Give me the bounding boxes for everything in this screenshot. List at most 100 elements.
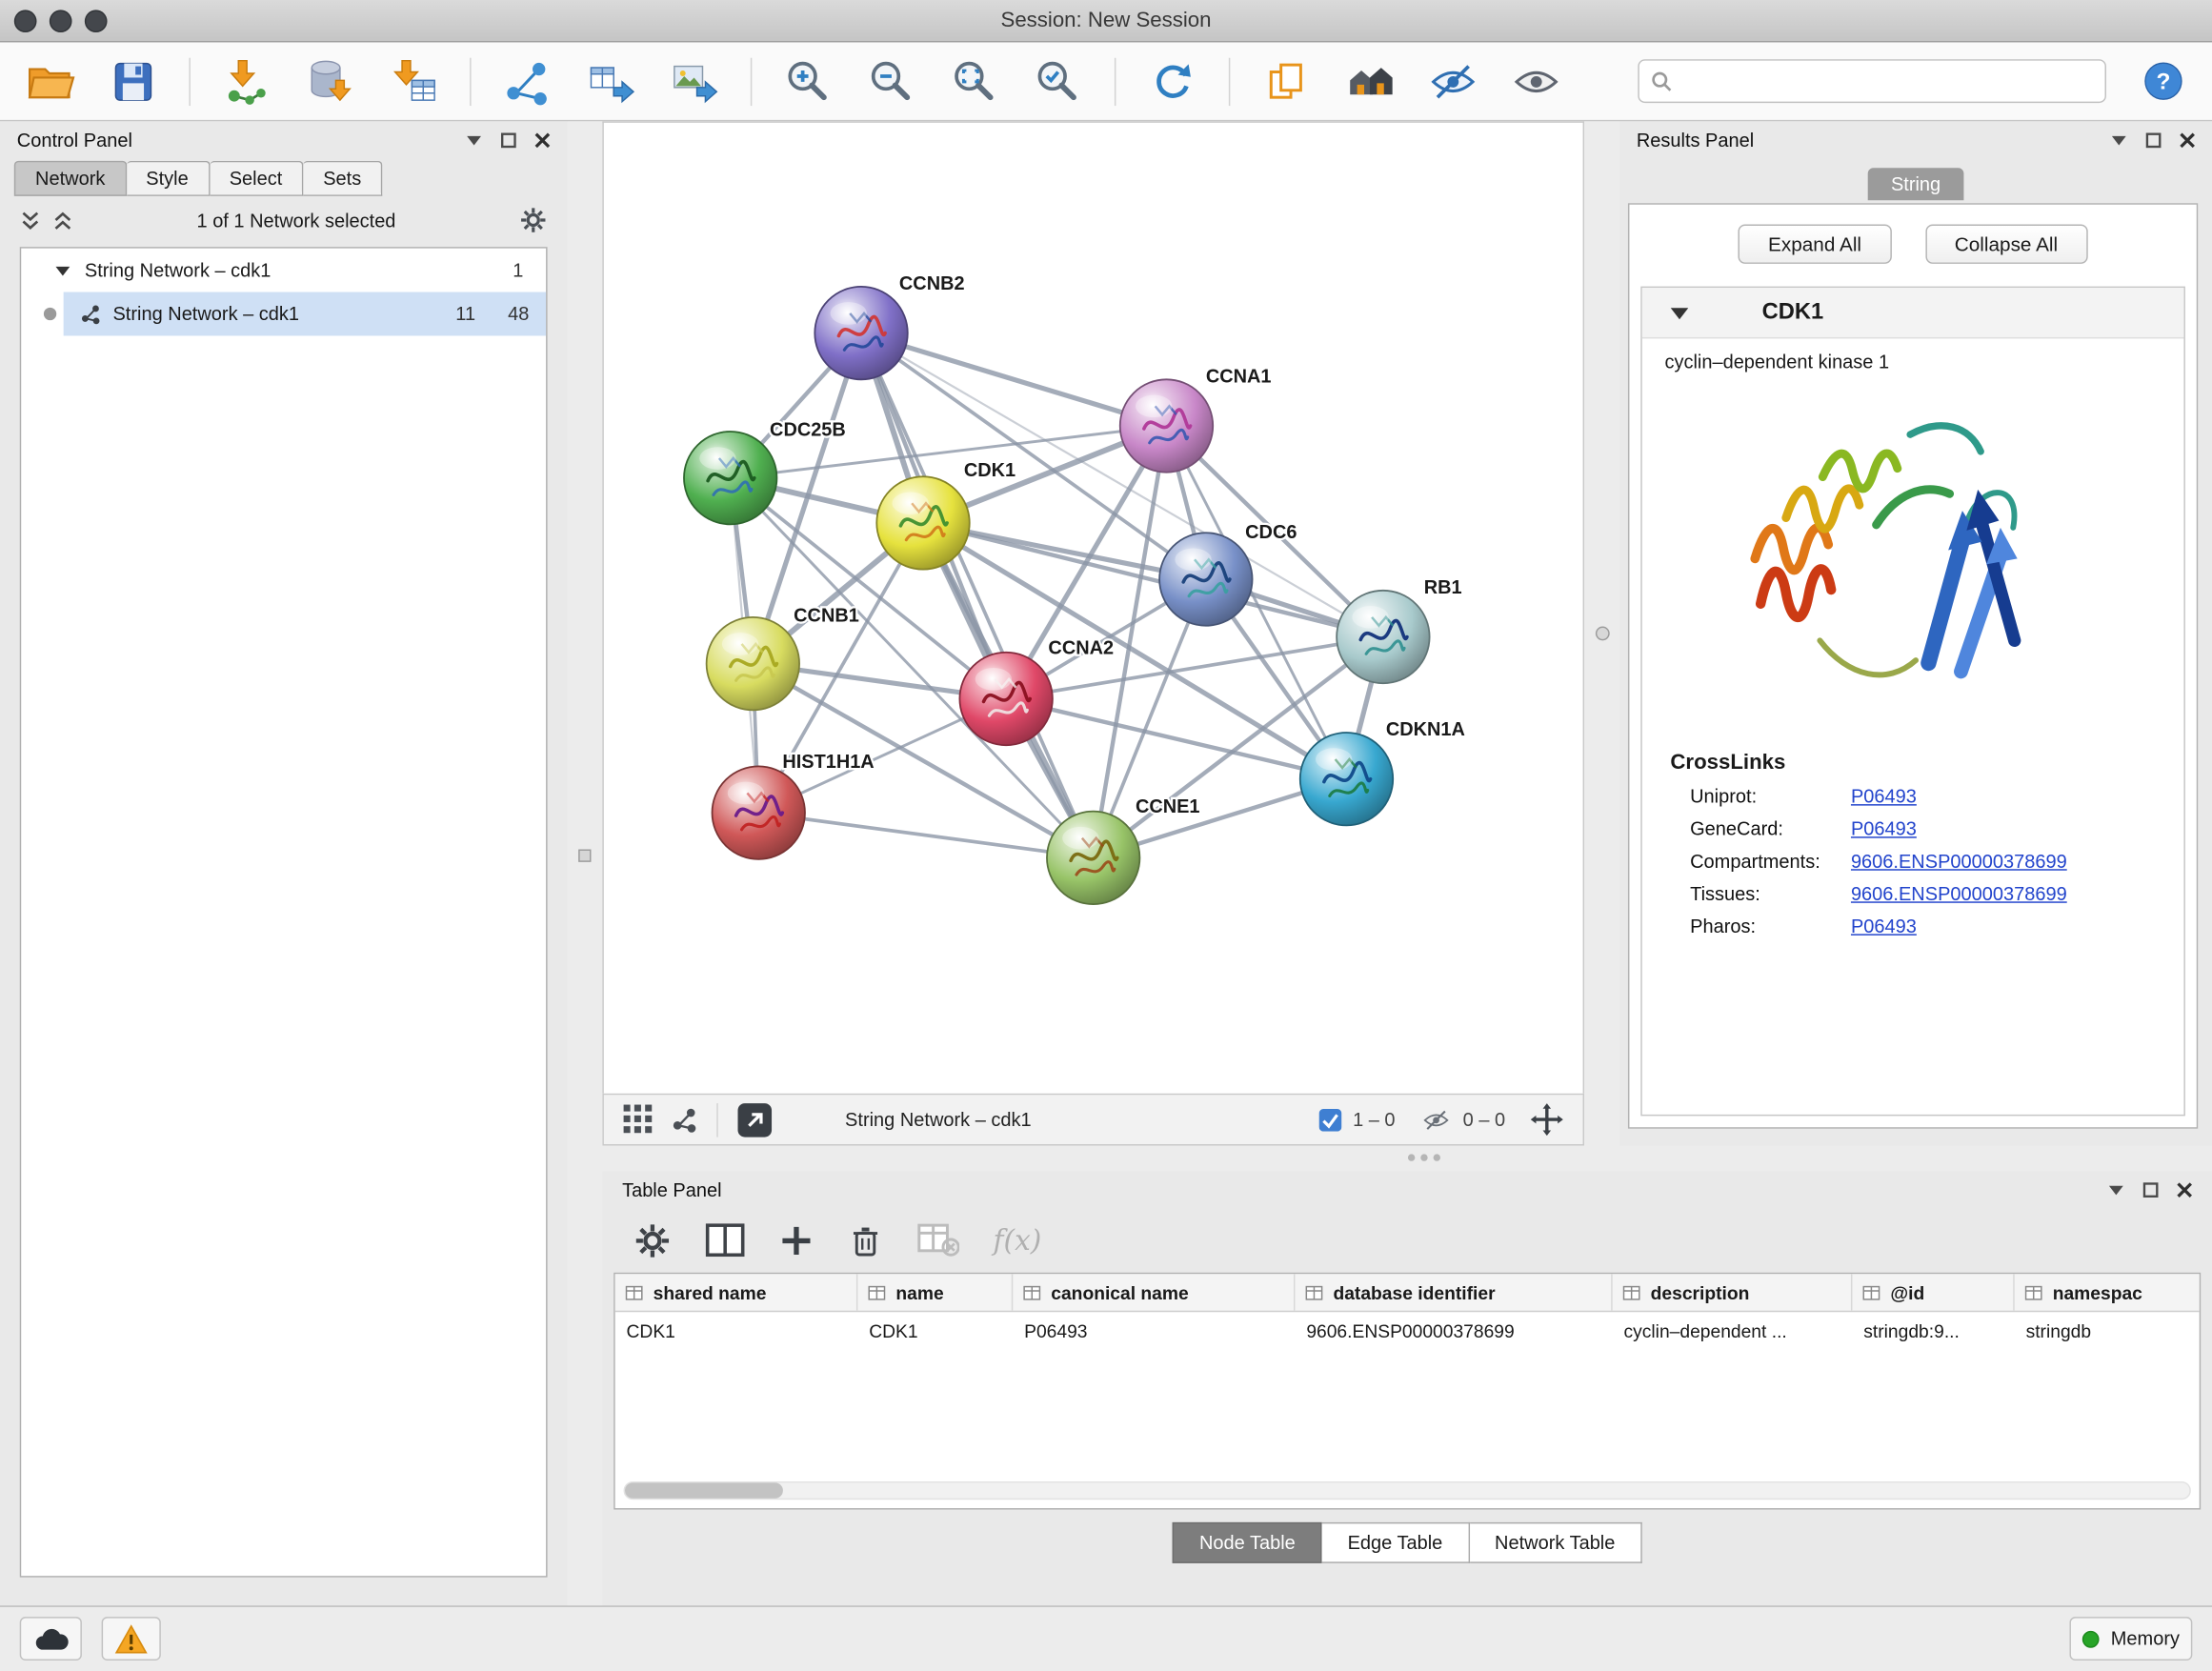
- tab-select[interactable]: Select: [210, 161, 304, 196]
- panel-menu-icon[interactable]: [2110, 133, 2127, 146]
- network-node-CDKN1A[interactable]: [1300, 733, 1393, 825]
- delete-table-icon[interactable]: [917, 1223, 959, 1258]
- tab-string[interactable]: String: [1868, 168, 1963, 200]
- share-view-icon[interactable]: [672, 1106, 698, 1133]
- import-table-button[interactable]: [387, 54, 440, 108]
- network-node-CCNA2[interactable]: [959, 653, 1052, 745]
- grid-view-icon[interactable]: [624, 1105, 654, 1135]
- panel-float-icon[interactable]: [2145, 131, 2161, 147]
- scrollbar-thumb[interactable]: [625, 1482, 783, 1498]
- delete-column-trash-icon[interactable]: [848, 1221, 883, 1259]
- column-header-description[interactable]: description: [1613, 1274, 1853, 1311]
- zoom-fit-button[interactable]: [948, 54, 1001, 108]
- collapse-all-button[interactable]: Collapse All: [1925, 224, 2088, 263]
- section-disclosure-icon[interactable]: [1670, 306, 1688, 320]
- network-node-CDK1[interactable]: [876, 476, 969, 569]
- splitter-grip[interactable]: [1407, 1154, 1439, 1160]
- network-node-RB1[interactable]: [1337, 591, 1429, 683]
- selected-checkbox-icon[interactable]: [1319, 1108, 1342, 1131]
- import-network-from-file-button[interactable]: [220, 54, 273, 108]
- export-table-button[interactable]: [584, 54, 637, 108]
- horizontal-scrollbar[interactable]: [624, 1481, 2191, 1500]
- disclosure-triangle-icon[interactable]: [55, 265, 70, 276]
- pan-move-icon[interactable]: [1531, 1103, 1563, 1136]
- crosslink-compartments-link[interactable]: 9606.ENSP00000378699: [1851, 851, 2067, 872]
- network-node-CCNE1[interactable]: [1047, 812, 1139, 904]
- crosslink-tissues-link[interactable]: 9606.ENSP00000378699: [1851, 883, 2067, 904]
- panel-close-icon[interactable]: [534, 131, 550, 147]
- open-session-button[interactable]: [23, 54, 76, 108]
- memory-button[interactable]: Memory: [2070, 1617, 2192, 1661]
- show-hidden-button[interactable]: [1510, 54, 1563, 108]
- column-header-namespace[interactable]: namespac: [2015, 1274, 2201, 1311]
- tab-network-table[interactable]: Network Table: [1469, 1521, 1641, 1562]
- import-network-from-database-button[interactable]: [303, 54, 356, 108]
- network-edge-HIST1H1A-CCNE1[interactable]: [758, 813, 1093, 857]
- zoom-out-button[interactable]: [865, 54, 918, 108]
- network-node-CDC25B[interactable]: [684, 432, 776, 524]
- panel-menu-icon[interactable]: [466, 133, 483, 146]
- expand-all-chevrons-icon[interactable]: [20, 210, 41, 231]
- panel-float-icon[interactable]: [501, 131, 516, 147]
- tab-sets[interactable]: Sets: [303, 161, 382, 196]
- network-edge-CCNB2-CCNE1[interactable]: [861, 333, 1094, 858]
- add-column-plus-icon[interactable]: [778, 1222, 814, 1258]
- network-node-CCNA1[interactable]: [1120, 379, 1213, 472]
- network-edge-CCNB2-CCNA1[interactable]: [861, 333, 1166, 426]
- tab-edge-table[interactable]: Edge Table: [1322, 1521, 1469, 1562]
- column-header-canonical-name[interactable]: canonical name: [1013, 1274, 1295, 1311]
- cloud-status-button[interactable]: [20, 1617, 82, 1661]
- refresh-view-button[interactable]: [1145, 54, 1198, 108]
- column-header-database-identifier[interactable]: database identifier: [1295, 1274, 1612, 1311]
- panel-close-icon[interactable]: [2180, 131, 2195, 147]
- column-header-name[interactable]: name: [857, 1274, 1013, 1311]
- function-builder-button[interactable]: f(x): [994, 1223, 1042, 1258]
- export-view-icon[interactable]: [736, 1101, 774, 1138]
- network-node-HIST1H1A[interactable]: [713, 766, 805, 858]
- panel-float-icon[interactable]: [2142, 1181, 2158, 1197]
- search-input[interactable]: [1681, 70, 2093, 91]
- column-header-id[interactable]: @id: [1852, 1274, 2014, 1311]
- show-columns-icon[interactable]: [705, 1223, 744, 1258]
- panel-menu-icon[interactable]: [2107, 1183, 2124, 1196]
- network-node-CCNB1[interactable]: [707, 617, 799, 710]
- splitter-grip[interactable]: [578, 850, 591, 862]
- table-settings-gear-icon[interactable]: [633, 1221, 672, 1259]
- control-panel-tabs: Network Style Select Sets: [14, 161, 553, 196]
- crosslink-genecard-link[interactable]: P06493: [1851, 818, 1917, 839]
- save-session-button[interactable]: [106, 54, 159, 108]
- zoom-selected-button[interactable]: [1032, 54, 1085, 108]
- copy-style-button[interactable]: [1259, 54, 1313, 108]
- crosslink-uniprot-link[interactable]: P06493: [1851, 786, 1917, 807]
- network-canvas[interactable]: CCNB2CCNA1CDC25BCDK1CDC6RB1CCNB1CCNA2CDK…: [604, 123, 1583, 1094]
- network-row[interactable]: String Network – cdk1 11 48: [21, 292, 546, 336]
- expand-all-button[interactable]: Expand All: [1739, 224, 1891, 263]
- network-collection-row[interactable]: String Network – cdk1 1: [21, 249, 546, 292]
- tab-style[interactable]: Style: [127, 161, 210, 196]
- tab-network[interactable]: Network: [14, 161, 127, 196]
- hidden-eye-slash-icon[interactable]: [1420, 1108, 1452, 1131]
- protein-description: cyclin–dependent kinase 1: [1642, 338, 2184, 372]
- table-row[interactable]: CDK1 CDK1 P06493 9606.ENSP00000378699 cy…: [615, 1312, 2200, 1350]
- column-header-shared-name[interactable]: shared name: [615, 1274, 858, 1311]
- results-panel-splitter[interactable]: [1584, 121, 1619, 1145]
- cell-name: CDK1: [857, 1312, 1013, 1350]
- crosslink-pharos-link[interactable]: P06493: [1851, 916, 1917, 936]
- show-all-views-button[interactable]: [1343, 54, 1397, 108]
- panel-close-icon[interactable]: [2177, 1181, 2192, 1197]
- network-node-CDC6[interactable]: [1159, 533, 1252, 625]
- new-network-from-selection-button[interactable]: [501, 54, 554, 108]
- collapse-all-chevrons-icon[interactable]: [52, 210, 73, 231]
- hide-selected-button[interactable]: [1426, 54, 1479, 108]
- gear-icon[interactable]: [519, 206, 548, 234]
- help-button[interactable]: ?: [2136, 54, 2189, 108]
- table-panel-splitter[interactable]: [602, 1145, 2212, 1171]
- tab-node-table[interactable]: Node Table: [1173, 1521, 1322, 1562]
- export-image-button[interactable]: [667, 54, 720, 108]
- control-panel-splitter[interactable]: [567, 121, 602, 1605]
- network-node-CCNB2[interactable]: [814, 287, 907, 379]
- splitter-grip[interactable]: [1596, 627, 1610, 641]
- zoom-in-button[interactable]: [781, 54, 835, 108]
- network-edge-CCNA2-CDKN1A[interactable]: [1006, 699, 1346, 779]
- warnings-button[interactable]: [102, 1617, 161, 1661]
